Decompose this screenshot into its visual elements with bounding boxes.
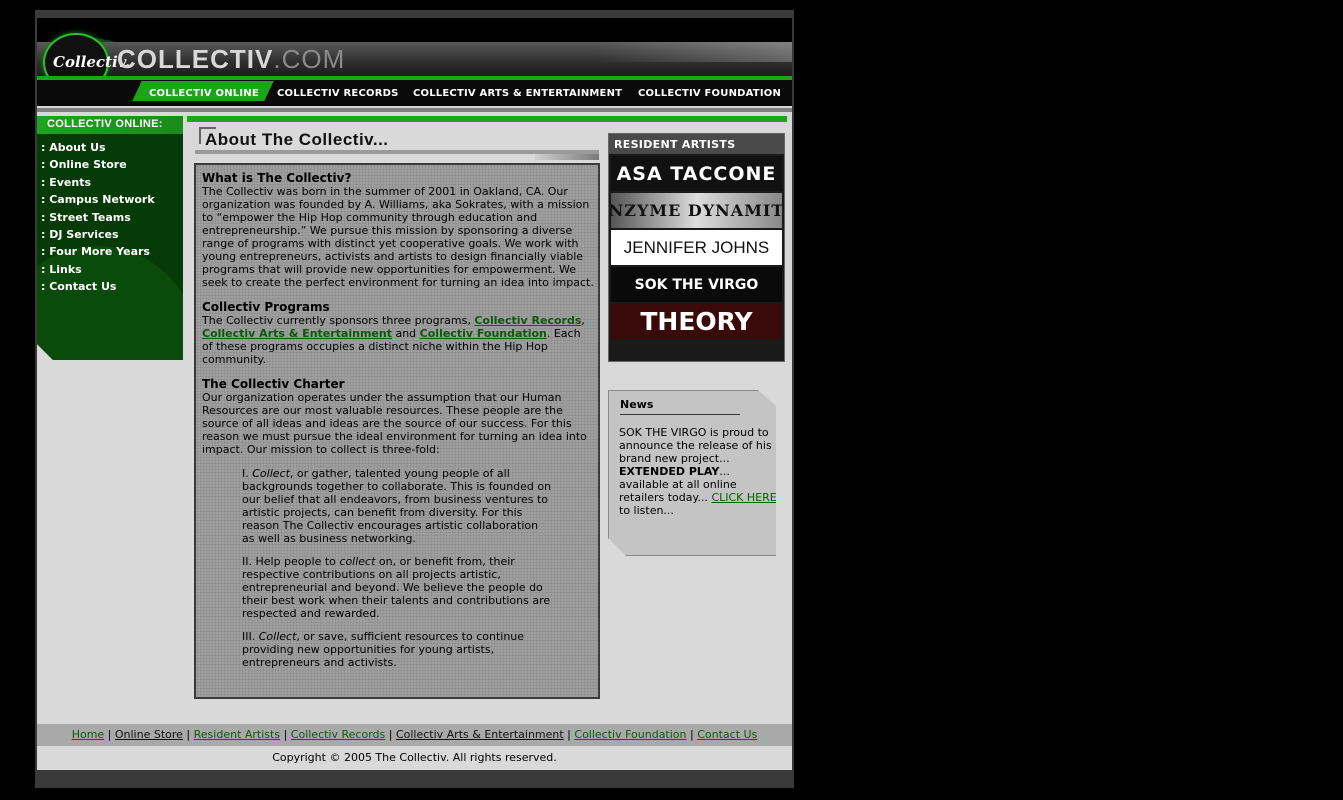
news-body: SOK THE VIRGO is proud to announce the r… xyxy=(619,426,776,517)
bottom-bar xyxy=(37,770,792,780)
news-title: News xyxy=(620,398,654,411)
nav-collectiv-foundation[interactable]: COLLECTIV FOUNDATION xyxy=(638,88,781,99)
footer-link-contact-us[interactable]: Contact Us xyxy=(697,728,757,741)
news-text-1: SOK THE VIRGO is proud to announce the r… xyxy=(619,426,772,465)
sidebar-menu: : About Us : Online Store : Events : Cam… xyxy=(41,141,155,298)
link-collectiv-arts[interactable]: Collectiv Arts & Entertainment xyxy=(202,327,392,340)
resident-artists-title: RESIDENT ARTISTS xyxy=(614,138,736,151)
artist-theory[interactable]: THEORY xyxy=(611,304,782,339)
artist-label: THEORY xyxy=(640,307,753,336)
footer-sep: | xyxy=(280,728,291,741)
site-title: COLLECTIV.COM xyxy=(117,44,345,75)
footer-sep: | xyxy=(563,728,575,741)
page-frame: Collectiv. COLLECTIV.COM COLLECTIV ONLIN… xyxy=(35,10,794,788)
sidebar-title: COLLECTIV ONLINE: xyxy=(47,118,163,130)
news-panel: News SOK THE VIRGO is proud to announce … xyxy=(608,390,776,556)
para-programs: The Collectiv currently sponsors three p… xyxy=(202,314,594,366)
para-what-is: The Collectiv was born in the summer of … xyxy=(202,185,594,289)
footer-link-online-store[interactable]: Online Store xyxy=(115,728,183,741)
copyright: Copyright © 2005 The Collectiv. All righ… xyxy=(272,751,557,764)
nav-collectiv-arts-entertainment[interactable]: COLLECTIV ARTS & ENTERTAINMENT xyxy=(413,88,622,99)
programs-sep-1: , xyxy=(581,314,585,327)
footer-links: Home | Online Store | Resident Artists |… xyxy=(37,724,792,746)
charter-point-1: I. Collect, or gather, talented young pe… xyxy=(242,467,552,545)
sidebar-item-online-store[interactable]: : Online Store xyxy=(41,158,155,175)
page-body: Collectiv. COLLECTIV.COM COLLECTIV ONLIN… xyxy=(37,18,792,780)
point-1-em: Collect xyxy=(252,467,290,480)
resident-artists-header: RESIDENT ARTISTS xyxy=(609,134,784,154)
page-title: About The Collectiv... xyxy=(205,130,389,149)
site-name: COLLECTIV xyxy=(117,44,274,74)
sidebar-item-four-more-years[interactable]: : Four More Years xyxy=(41,245,155,262)
footer-sep: | xyxy=(104,728,115,741)
footer-sep: | xyxy=(686,728,698,741)
banner-gloss xyxy=(597,42,792,62)
news-click-here-link[interactable]: CLICK HERE xyxy=(711,491,776,504)
heading-what-is: What is The Collectiv? xyxy=(202,171,352,185)
resident-artists-panel: RESIDENT ARTISTS ASA TACCONE ENZYME DYNA… xyxy=(608,133,785,362)
charter-point-2: II. Help people to collect on, or benefi… xyxy=(242,555,552,620)
section-title: About The Collectiv... xyxy=(195,127,599,167)
heading-programs: Collectiv Programs xyxy=(202,300,330,314)
nav-collectiv-online[interactable]: COLLECTIV ONLINE xyxy=(149,88,259,99)
nav-collectiv-records[interactable]: COLLECTIV RECORDS xyxy=(277,88,399,99)
sidebar-item-links[interactable]: : Links xyxy=(41,263,155,280)
top-nav: COLLECTIV ONLINE COLLECTIV RECORDS COLLE… xyxy=(37,80,792,106)
artist-label: ENZYME DYNAMITE xyxy=(611,201,782,220)
sidebar-header: COLLECTIV ONLINE: xyxy=(37,116,183,134)
programs-sep-2: and xyxy=(391,327,420,340)
footer-sep: | xyxy=(182,728,194,741)
header-underline xyxy=(37,108,792,112)
footer-link-collectiv-foundation[interactable]: Collectiv Foundation xyxy=(574,728,686,741)
point-2-pre: II. Help people to xyxy=(242,555,340,568)
sidebar-item-dj-services[interactable]: : DJ Services xyxy=(41,228,155,245)
artist-label: ASA TACCONE xyxy=(616,162,777,185)
title-rule-accent xyxy=(535,154,599,160)
para-charter: Our organization operates under the assu… xyxy=(202,391,587,456)
content-text: What is The Collectiv? The Collectiv was… xyxy=(202,171,594,679)
sidebar-item-contact-us[interactable]: : Contact Us xyxy=(41,280,155,297)
sidebar: COLLECTIV ONLINE: : About Us : Online St… xyxy=(37,116,183,360)
programs-text-pre: The Collectiv currently sponsors three p… xyxy=(202,314,475,327)
footer-link-resident-artists[interactable]: Resident Artists xyxy=(194,728,280,741)
sidebar-item-street-teams[interactable]: : Street Teams xyxy=(41,211,155,228)
footer-sep: | xyxy=(385,728,396,741)
point-3-num: III. xyxy=(242,630,259,643)
artist-jennifer-johns[interactable]: JENNIFER JOHNS xyxy=(611,230,782,265)
news-rule xyxy=(620,414,740,415)
artist-sok-the-virgo[interactable]: SOK THE VIRGO xyxy=(611,267,782,302)
point-2-em: collect xyxy=(339,555,376,568)
artist-label: JENNIFER JOHNS xyxy=(623,237,770,257)
artist-label: SOK THE VIRGO xyxy=(634,276,759,293)
footer-link-home[interactable]: Home xyxy=(72,728,104,741)
footer-link-collectiv-records[interactable]: Collectiv Records xyxy=(291,728,385,741)
sidebar-item-events[interactable]: : Events xyxy=(41,176,155,193)
point-3-em: Collect xyxy=(258,630,297,643)
link-collectiv-records[interactable]: Collectiv Records xyxy=(474,314,581,327)
news-bold: EXTENDED PLAY xyxy=(619,465,720,478)
artist-enzyme-dynamite[interactable]: ENZYME DYNAMITE xyxy=(611,193,782,228)
site-header: Collectiv. COLLECTIV.COM COLLECTIV ONLIN… xyxy=(37,18,792,106)
artist-asa-taccone[interactable]: ASA TACCONE xyxy=(611,156,782,191)
footer-link-collectiv-arts[interactable]: Collectiv Arts & Entertainment xyxy=(396,728,564,741)
heading-charter: The Collectiv Charter xyxy=(202,377,345,391)
content-box: What is The Collectiv? The Collectiv was… xyxy=(194,163,600,699)
sidebar-item-campus-network[interactable]: : Campus Network xyxy=(41,193,155,210)
charter-point-3: III. Collect, or save, sufficient resour… xyxy=(242,630,552,669)
sidebar-item-about-us[interactable]: : About Us xyxy=(41,141,155,158)
green-divider xyxy=(187,116,787,122)
point-1-num: I. xyxy=(242,467,253,480)
site-domain: .COM xyxy=(273,44,346,74)
link-collectiv-foundation[interactable]: Collectiv Foundation xyxy=(420,327,547,340)
news-text-3: to listen... xyxy=(619,504,674,517)
